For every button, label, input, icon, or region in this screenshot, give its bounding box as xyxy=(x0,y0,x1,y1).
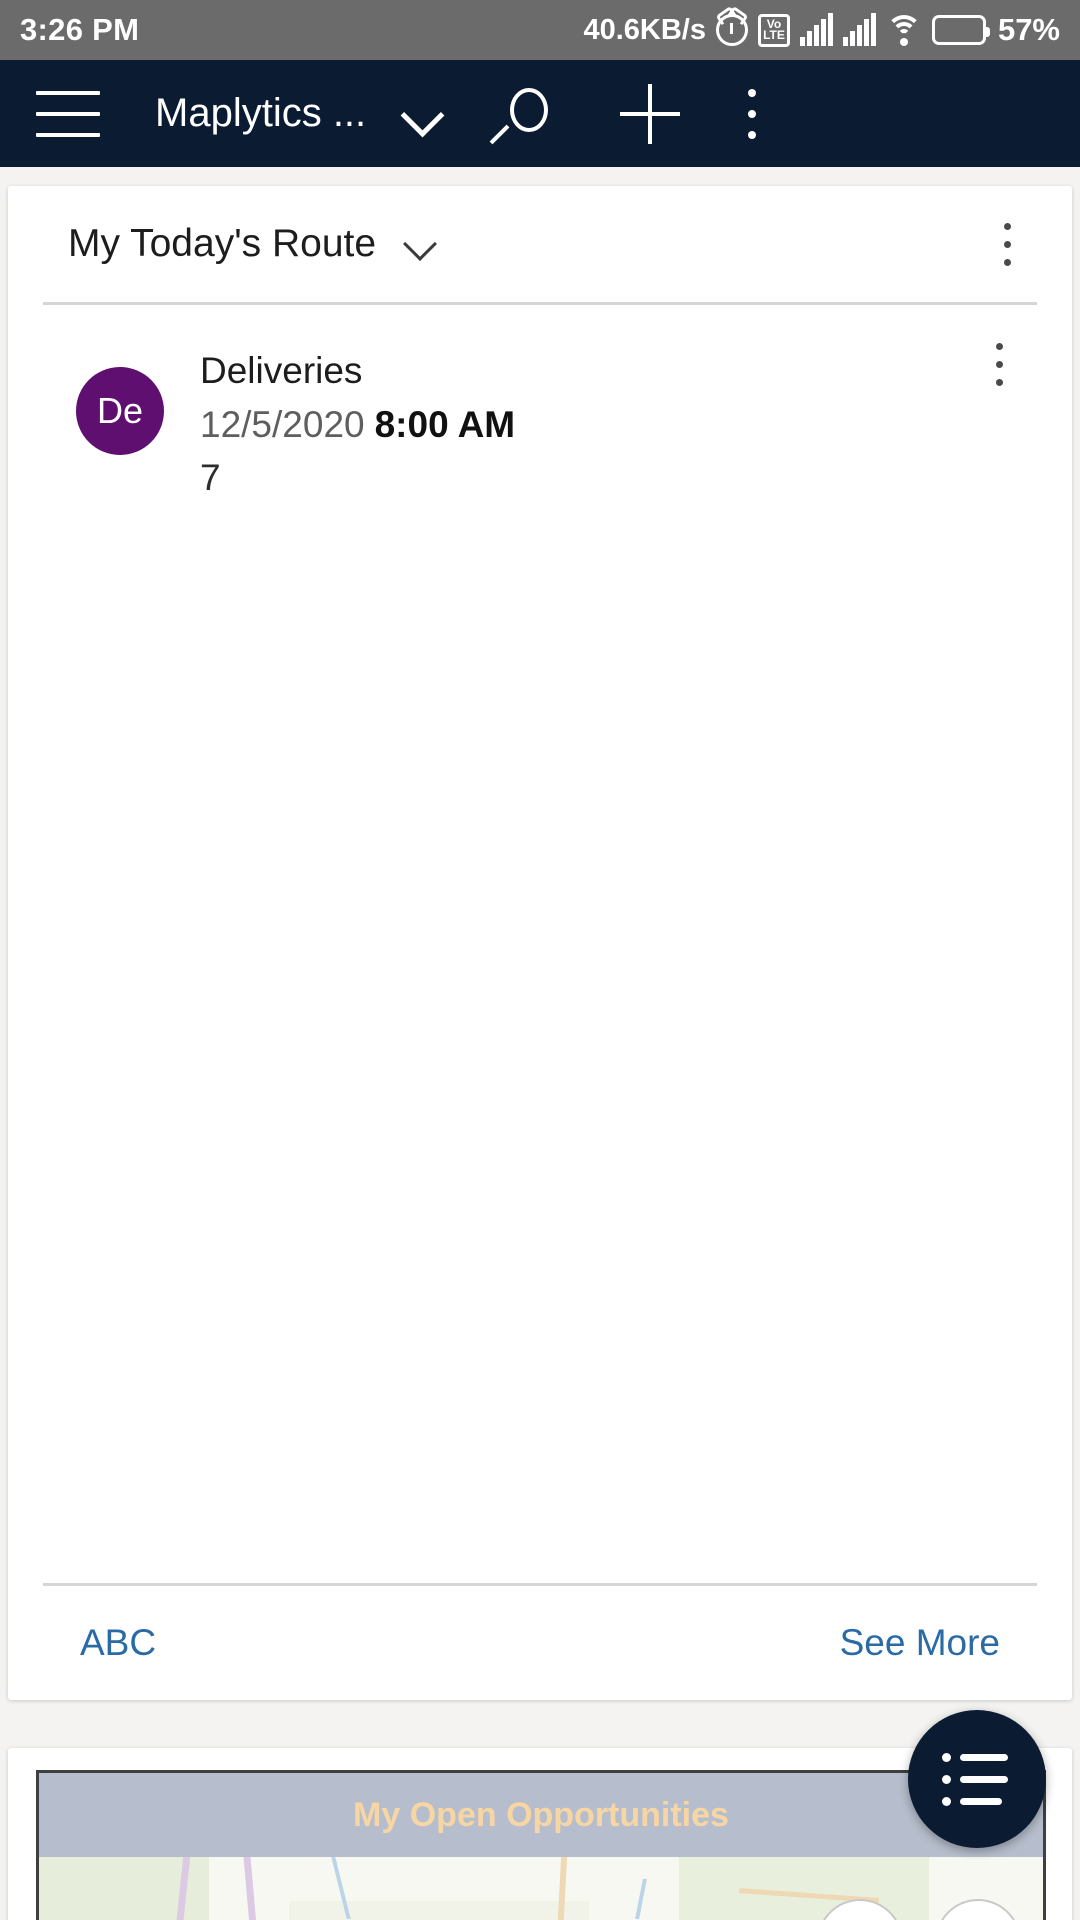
list-item-name: Deliveries xyxy=(200,350,363,391)
volte-bottom-label: LTE xyxy=(763,28,785,42)
map-marker[interactable] xyxy=(935,1899,1021,1920)
card-footer: ABC See More xyxy=(8,1586,1072,1700)
app-title: Maplytics ... xyxy=(155,91,367,135)
more-vertical-icon[interactable] xyxy=(724,78,780,150)
avatar: De xyxy=(76,367,164,455)
card-header: My Today's Route xyxy=(8,186,1072,302)
chevron-down-icon[interactable] xyxy=(402,226,438,262)
list-item[interactable]: De Deliveries 12/5/2020 8:00 AM 7 xyxy=(8,305,1072,502)
see-more-link[interactable]: See More xyxy=(840,1622,1000,1664)
volte-icon: Vo LTE xyxy=(757,13,790,47)
signal-icon-sim1 xyxy=(799,13,833,46)
list-item-date: 12/5/2020 xyxy=(200,404,365,446)
map-waterway xyxy=(635,1879,647,1919)
battery-icon xyxy=(931,15,990,45)
status-bar-icons: 40.6KB/s Vo LTE 57% xyxy=(583,12,1060,48)
map-widget[interactable]: My Open Opportunities xyxy=(36,1770,1046,1920)
map-road xyxy=(243,1857,258,1920)
list-item-datetime: 12/5/2020 8:00 AM xyxy=(200,400,515,450)
list-view-icon xyxy=(942,1752,1012,1806)
abc-link[interactable]: ABC xyxy=(80,1622,156,1664)
list-item-count: 7 xyxy=(200,456,221,498)
status-bar-clock: 3:26 PM xyxy=(20,12,140,47)
map-terrain xyxy=(679,1857,929,1920)
status-bar: 3:26 PM 40.6KB/s Vo LTE 57% xyxy=(0,0,1080,60)
list-item-more-vertical-icon[interactable] xyxy=(974,331,1024,397)
list-item-body: Deliveries 12/5/2020 8:00 AM 7 xyxy=(200,343,515,502)
page-title: My Today's Route xyxy=(68,222,377,265)
hamburger-icon[interactable] xyxy=(36,90,100,137)
chevron-down-icon[interactable] xyxy=(400,92,444,136)
app-header: Maplytics ... xyxy=(0,60,1080,167)
phone-screen: 3:26 PM 40.6KB/s Vo LTE 57% Maplytics ..… xyxy=(0,0,1080,1920)
map-terrain xyxy=(289,1901,589,1920)
search-icon[interactable] xyxy=(489,78,568,150)
network-speed-label: 40.6KB/s xyxy=(583,13,706,46)
map-widget-title: My Open Opportunities xyxy=(353,1795,729,1834)
my-todays-route-card: My Today's Route De Deliveries 12/5/2020… xyxy=(8,186,1072,1700)
plus-icon[interactable] xyxy=(614,78,686,150)
card-more-vertical-icon[interactable] xyxy=(982,209,1032,279)
map-widget-header: My Open Opportunities xyxy=(39,1773,1043,1857)
list-view-fab-button[interactable] xyxy=(908,1710,1046,1848)
map-canvas[interactable] xyxy=(39,1857,1043,1920)
alarm-icon xyxy=(715,14,748,46)
wifi-icon xyxy=(885,15,922,46)
list-item-time: 8:00 AM xyxy=(374,404,516,446)
signal-icon-sim2 xyxy=(842,13,876,46)
battery-percent-label: 57% xyxy=(997,12,1060,47)
